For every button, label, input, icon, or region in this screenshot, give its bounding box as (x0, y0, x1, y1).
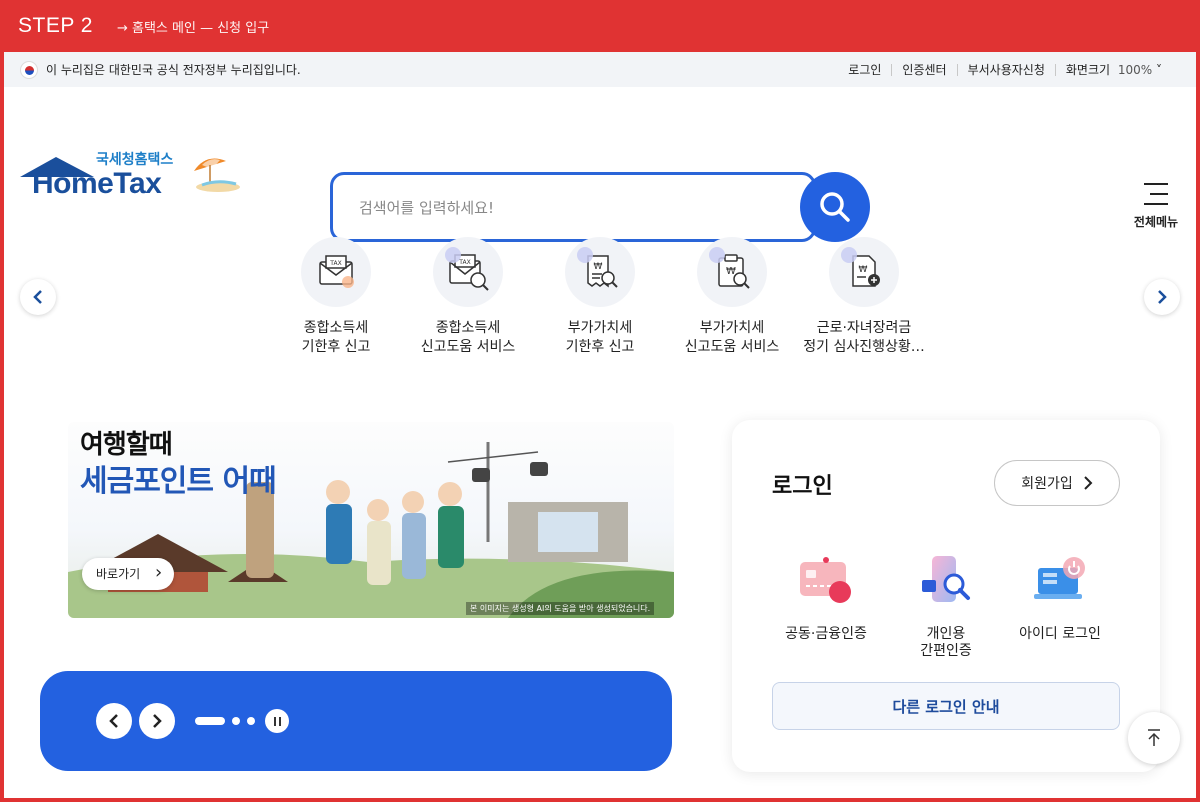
step-label: STEP 2 (18, 14, 93, 37)
slider-prev-button[interactable] (96, 703, 132, 739)
search-placeholder: 검색어를 입력하세요! (359, 198, 494, 217)
id-login-label: 아이디 로그인 (1019, 626, 1101, 642)
step-breadcrumb: → 홈택스 메인 — 신청 입구 (116, 20, 270, 36)
quick-item-label: 부가가치세 기한후 신고 (565, 320, 635, 355)
simple-auth-label: 개인용 간편인증 (920, 626, 972, 659)
hometax-logo[interactable]: 국세청홈택스 HomeTax (18, 145, 248, 205)
chevron-left-icon (109, 714, 118, 728)
gov-notice-bar: 이 누리집은 대한민국 공식 전자정부 누리집입니다. 로그인 인증센터 부서사… (4, 52, 1196, 87)
simple-auth-button[interactable]: 개인용 간편인증 (886, 554, 1006, 660)
cert-login-button[interactable]: 공동·금융인증 (766, 554, 886, 643)
quick-next-button[interactable] (1144, 279, 1180, 315)
quick-item-income-tax-late-filing[interactable]: TAX 종합소득세 기한후 신고 (266, 237, 406, 357)
quick-item-earned-income-credit[interactable]: ₩ 근로·자녀장려금 정기 심사진행상황… (794, 237, 934, 357)
quick-item-vat-help[interactable]: ₩ 부가가치세 신고도움 서비스 (662, 237, 802, 357)
chevron-right-icon (153, 714, 162, 728)
cert-center-link[interactable]: 인증센터 (892, 63, 958, 76)
quick-menu: TAX 종합소득세 기한후 신고 TAX 종합소득세 신고도움 서비스 ₩ 부가… (4, 237, 1196, 367)
quick-item-label: 종합소득세 신고도움 서비스 (420, 320, 516, 355)
quick-prev-button[interactable] (20, 279, 56, 315)
pause-icon (272, 716, 282, 726)
other-login-info-button[interactable]: 다른 로그인 안내 (772, 682, 1120, 730)
arrow-up-icon (1148, 729, 1160, 746)
signup-label: 회원가입 (1021, 476, 1073, 492)
korea-flag-icon (20, 60, 38, 79)
signup-button[interactable]: 회원가입 (994, 460, 1120, 506)
screen-size-label: 화면크기 (1065, 62, 1111, 77)
quick-item-income-tax-help[interactable]: TAX 종합소득세 신고도움 서비스 (398, 237, 538, 357)
receipt-search-icon: ₩ (565, 237, 635, 307)
search-icon (820, 192, 850, 222)
step-bar: STEP 2 → 홈택스 메인 — 신청 입구 (0, 0, 1200, 52)
chevron-down-icon: ˅ (1156, 62, 1162, 77)
slider-pause-button[interactable] (265, 709, 289, 733)
banner-go-button[interactable]: 바로가기 (82, 557, 175, 590)
svg-text:₩: ₩ (594, 262, 603, 272)
all-menu-button[interactable]: 전체메뉴 (1126, 183, 1186, 230)
quick-item-label: 종합소득세 기한후 신고 (301, 320, 371, 355)
dept-user-link[interactable]: 부서사용자신청 (958, 63, 1056, 76)
search-button[interactable] (800, 172, 870, 242)
logo-english-text: HomeTax (32, 167, 162, 200)
document-add-icon: ₩ (829, 237, 899, 307)
search-input[interactable]: 검색어를 입력하세요! (330, 172, 816, 242)
header: 국세청홈택스 HomeTax 검색어를 입력하세요! 전체메뉴 (4, 87, 1196, 242)
quick-item-vat-late-filing[interactable]: ₩ 부가가치세 기한후 신고 (530, 237, 670, 357)
zoom-value: 100% (1117, 62, 1153, 77)
certificate-card-icon (796, 554, 856, 610)
id-login-button[interactable]: 아이디 로그인 (1000, 554, 1120, 643)
svg-text:₩: ₩ (859, 265, 868, 275)
slider-indicator-active[interactable] (195, 717, 225, 725)
banner-ai-note: 본 이미지는 생성형 AI의 도움을 받아 생성되었습니다. (466, 602, 655, 615)
banner-title-line2: 세금포인트 어때 (80, 464, 277, 499)
chevron-right-icon (1084, 476, 1093, 490)
banner-slider-controls (40, 671, 672, 771)
all-menu-label: 전체메뉴 (1133, 215, 1179, 229)
beach-umbrella-icon (194, 158, 240, 192)
tax-envelope-icon: TAX (301, 237, 371, 307)
scroll-top-button[interactable] (1128, 712, 1180, 764)
svg-text:TAX: TAX (329, 260, 341, 267)
phone-search-icon (916, 554, 976, 610)
other-login-label: 다른 로그인 안내 (892, 697, 1000, 716)
svg-text:TAX: TAX (458, 259, 470, 266)
gov-notice-text: 이 누리집은 대한민국 공식 전자정부 누리집입니다. (46, 63, 301, 77)
slider-indicator[interactable] (247, 717, 255, 725)
slider-next-button[interactable] (139, 703, 175, 739)
hometax-page: 이 누리집은 대한민국 공식 전자정부 누리집입니다. 로그인 인증센터 부서사… (4, 52, 1196, 798)
cert-login-label: 공동·금융인증 (785, 626, 867, 642)
top-login-link[interactable]: 로그인 (838, 63, 893, 76)
quick-item-label: 근로·자녀장려금 정기 심사진행상황… (803, 320, 925, 355)
quick-item-label: 부가가치세 신고도움 서비스 (684, 320, 780, 355)
promo-banner[interactable]: 여행할때 세금포인트 어때 바로가기 본 이미지는 생성형 AI의 도움을 받아… (68, 422, 674, 618)
tax-envelope-search-icon: TAX (433, 237, 503, 307)
screen-size-control[interactable]: 화면크기 100% ˅ (1056, 64, 1172, 76)
clipboard-search-icon: ₩ (697, 237, 767, 307)
hamburger-icon (1144, 183, 1168, 205)
login-panel: 로그인 회원가입 공동·금융인증 개인용 간편인증 아이디 로그인 다른 로그인… (732, 420, 1160, 772)
logo-korean-text: 국세청홈택스 (96, 152, 174, 168)
login-title: 로그인 (772, 474, 833, 499)
laptop-power-icon (1030, 554, 1090, 610)
chevron-right-icon (1158, 290, 1167, 304)
chevron-left-icon (33, 290, 42, 304)
slider-indicator[interactable] (232, 717, 240, 725)
